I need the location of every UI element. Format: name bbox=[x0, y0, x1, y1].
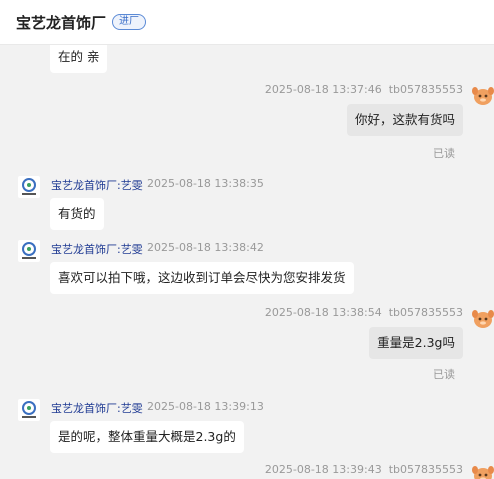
message-time: 2025-08-18 13:37:46 bbox=[264, 83, 382, 96]
agent-message-bubble: 是的呢，整体重量大概是2.3g的 bbox=[50, 421, 244, 453]
chat-header: 宝艺龙首饰厂 进厂 bbox=[0, 0, 494, 45]
shop-logo-icon[interactable] bbox=[18, 399, 40, 421]
user-message-bubble: 你好，这款有货吗 bbox=[346, 104, 463, 136]
user-avatar-icon[interactable] bbox=[471, 307, 494, 331]
user-message-bubble: 重量是2.3g吗 bbox=[369, 327, 463, 359]
message-text: 有货的 bbox=[58, 206, 96, 221]
user-avatar-icon[interactable] bbox=[471, 84, 494, 108]
user-name: tb057835553 bbox=[388, 463, 463, 476]
agent-message-bubble: 在的 亲 bbox=[50, 45, 108, 73]
agent-name: 宝艺龙首饰厂:艺雯 bbox=[51, 179, 143, 192]
agent-name: 宝艺龙首饰厂:艺雯 bbox=[51, 402, 143, 415]
chat-window: 宝艺龙首饰厂 进厂 在的 亲 2025-08-18 13:37:46 tb057… bbox=[0, 0, 494, 479]
agent-name: 宝艺龙首饰厂:艺雯 bbox=[51, 243, 143, 256]
agent-message-bubble: 有货的 bbox=[50, 198, 104, 230]
read-status: 已读 bbox=[433, 147, 455, 160]
user-message-meta: 2025-08-18 13:37:46 tb057835553 bbox=[265, 83, 463, 96]
message-text: 是的呢，整体重量大概是2.3g的 bbox=[58, 429, 236, 444]
message-list[interactable]: 在的 亲 2025-08-18 13:37:46 tb057835553 你好，… bbox=[0, 45, 494, 479]
message-text: 你好，这款有货吗 bbox=[354, 112, 455, 127]
shop-logo-icon[interactable] bbox=[18, 176, 40, 198]
user-message-meta: 2025-08-18 13:38:54 tb057835553 bbox=[265, 306, 463, 319]
message-text: 在的 亲 bbox=[58, 49, 100, 64]
message-time: 2025-08-18 13:38:42 bbox=[147, 241, 264, 254]
message-time: 2025-08-18 13:39:13 bbox=[147, 400, 264, 413]
user-message-meta: 2025-08-18 13:39:43 tb057835553 bbox=[265, 463, 463, 476]
user-avatar-icon[interactable] bbox=[471, 463, 494, 479]
user-name: tb057835553 bbox=[388, 83, 463, 96]
shop-tag-badge[interactable]: 进厂 bbox=[112, 14, 146, 30]
message-time: 2025-08-18 13:39:43 bbox=[264, 463, 382, 476]
message-time: 2025-08-18 13:38:35 bbox=[147, 177, 264, 190]
shop-name[interactable]: 宝艺龙首饰厂 bbox=[16, 12, 106, 33]
shop-logo-icon[interactable] bbox=[18, 240, 40, 262]
user-name: tb057835553 bbox=[388, 306, 463, 319]
message-text: 重量是2.3g吗 bbox=[377, 335, 455, 350]
message-time: 2025-08-18 13:38:54 bbox=[264, 306, 382, 319]
message-text: 喜欢可以拍下哦，这边收到订单会尽快为您安排发货 bbox=[58, 270, 346, 285]
agent-message-bubble: 喜欢可以拍下哦，这边收到订单会尽快为您安排发货 bbox=[50, 262, 354, 294]
read-status: 已读 bbox=[433, 368, 455, 381]
